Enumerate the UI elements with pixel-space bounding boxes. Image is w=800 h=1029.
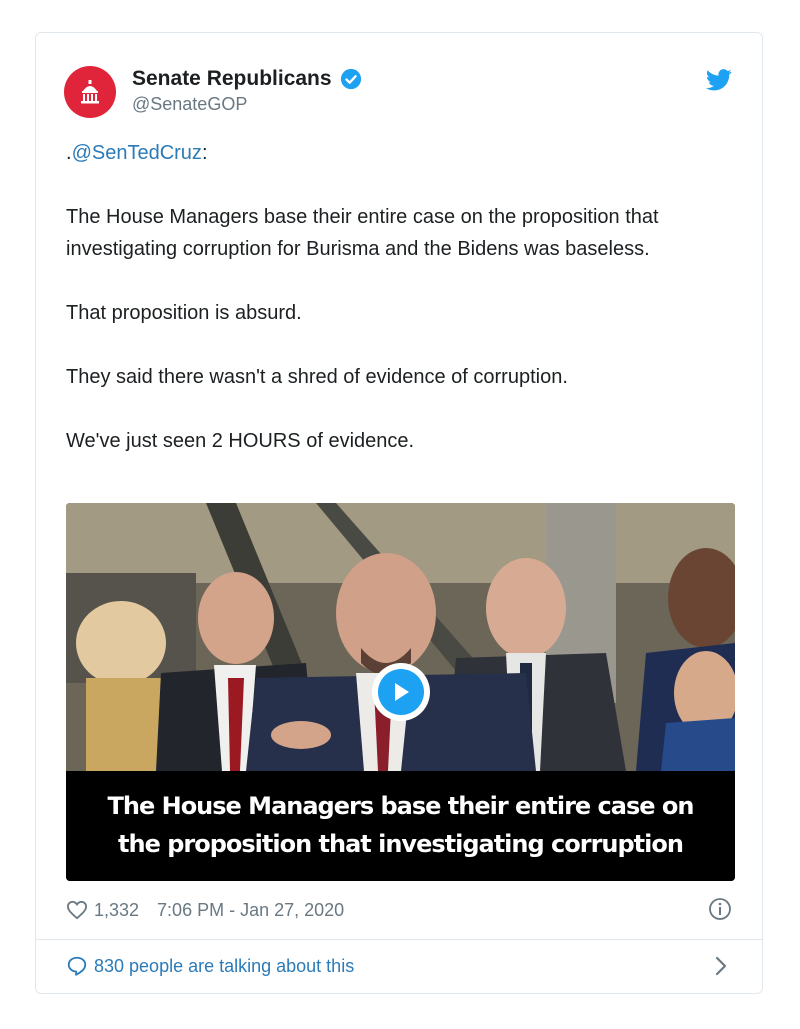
- chevron-right-icon[interactable]: [714, 955, 728, 977]
- tweet-paragraph: We've just seen 2 HOURS of evidence.: [66, 430, 415, 452]
- heart-icon[interactable]: [66, 900, 88, 920]
- play-icon: [378, 669, 424, 715]
- tweet-paragraph: The House Managers base their entire cas…: [66, 206, 659, 260]
- handle[interactable]: @SenateGOP: [132, 94, 362, 115]
- play-triangle-icon: [395, 683, 409, 701]
- tweet-meta: 1,332 7:06 PM - Jan 27, 2020: [66, 895, 732, 925]
- mention-line: .@SenTedCruz:: [66, 142, 208, 164]
- tweet-paragraph: That proposition is absurd.: [66, 302, 302, 324]
- speech-bubble-icon: [67, 956, 87, 976]
- twitter-bird-icon[interactable]: [706, 69, 732, 91]
- divider: [36, 939, 762, 940]
- play-button[interactable]: [372, 663, 430, 721]
- verified-badge-icon: [340, 68, 362, 90]
- caption-line: the proposition that investigating corru…: [118, 830, 684, 858]
- tweet-header: Senate Republicans @SenateGOP: [64, 63, 734, 121]
- mention-link[interactable]: @SenTedCruz: [72, 142, 202, 164]
- timestamp[interactable]: 7:06 PM - Jan 27, 2020: [157, 900, 344, 921]
- caption-line: The House Managers base their entire cas…: [107, 792, 695, 820]
- tweet-text: .@SenTedCruz: The House Managers base th…: [66, 137, 736, 489]
- author-block[interactable]: Senate Republicans @SenateGOP: [132, 67, 362, 115]
- like-count[interactable]: 1,332: [94, 900, 139, 921]
- avatar[interactable]: [64, 66, 116, 118]
- tweet-paragraph: They said there wasn't a shred of eviden…: [66, 366, 568, 388]
- video-caption: The House Managers base their entire cas…: [66, 771, 735, 881]
- tweet-card: Senate Republicans @SenateGOP .@SenTedCr…: [35, 32, 763, 994]
- conversation-link[interactable]: 830 people are talking about this: [66, 951, 732, 981]
- video-player[interactable]: The House Managers base their entire cas…: [66, 503, 735, 881]
- info-icon[interactable]: [708, 897, 732, 921]
- video-thumbnail: [66, 503, 735, 771]
- capitol-icon: [81, 80, 99, 104]
- talking-label[interactable]: 830 people are talking about this: [94, 956, 354, 977]
- display-name[interactable]: Senate Republicans: [132, 67, 332, 91]
